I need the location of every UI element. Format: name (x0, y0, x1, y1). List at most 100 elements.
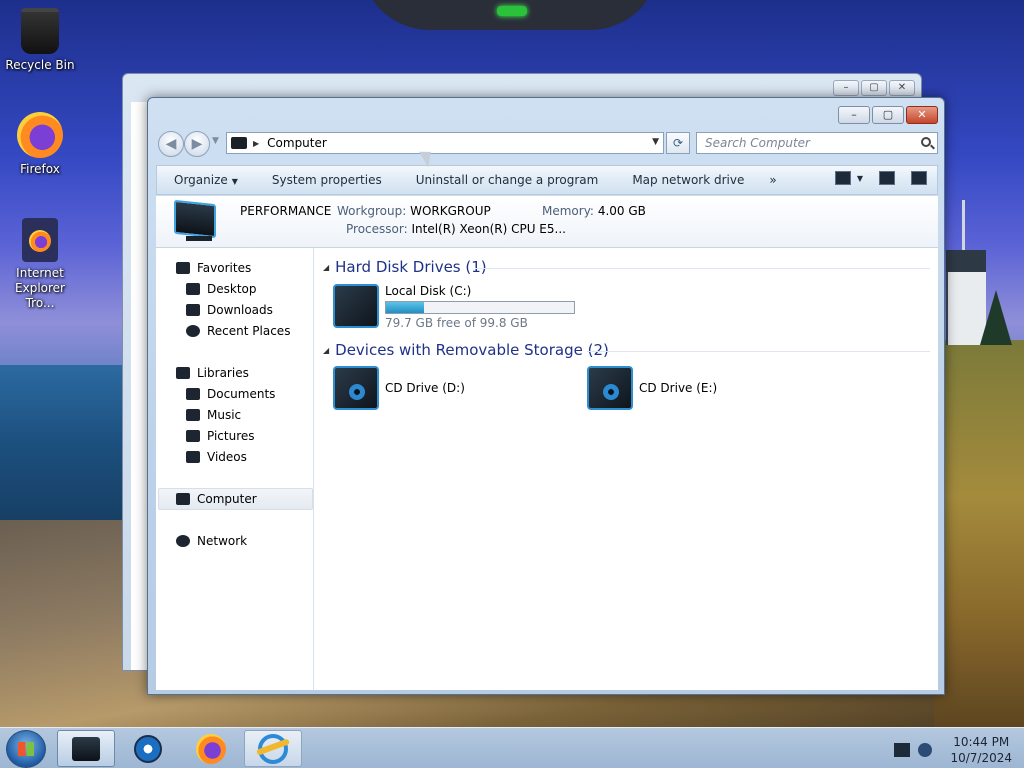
computer-monitor-icon (174, 199, 216, 239)
search-icon[interactable] (921, 137, 931, 147)
minimize-icon[interactable]: – (833, 80, 859, 96)
music-icon (186, 409, 200, 421)
drive-name: Local Disk (C:) (385, 284, 472, 298)
cd-drive-icon (333, 366, 379, 410)
hard-drive-icon (333, 284, 379, 328)
clock-date: 10/7/2024 (950, 751, 1012, 765)
uninstall-program-button[interactable]: Uninstall or change a program (399, 173, 616, 187)
start-button[interactable] (6, 730, 46, 768)
recent-pages-dropdown-icon[interactable]: ▼ (212, 136, 219, 146)
group-header-hard-disk[interactable]: ◢ Hard Disk Drives (1) (323, 258, 487, 276)
computer-icon (176, 493, 190, 505)
breadcrumb-arrow-icon[interactable]: ▶ (253, 139, 259, 148)
breadcrumb-computer[interactable]: Computer (267, 136, 327, 150)
group-divider (587, 351, 930, 352)
maximize-button[interactable]: ▢ (872, 106, 904, 124)
nav-item-documents[interactable]: Documents (186, 385, 275, 403)
drive-cd-d[interactable]: CD Drive (D:) (333, 366, 465, 410)
close-button[interactable]: ✕ (906, 106, 938, 124)
chevron-down-icon: ▼ (231, 177, 238, 186)
desktop-icon-label: Internet Explorer Tro... (15, 266, 65, 310)
computer-icon (231, 137, 247, 149)
drive-local-c[interactable]: Local Disk (C:) 79.7 GB free of 99.8 GB (333, 284, 575, 330)
maximize-icon[interactable]: ▢ (861, 80, 887, 96)
nav-item-favorites[interactable]: Favorites (176, 259, 251, 277)
internet-explorer-icon (258, 733, 288, 764)
organize-label: Organize (174, 173, 228, 187)
nav-item-downloads[interactable]: Downloads (186, 301, 273, 319)
nav-item-desktop[interactable]: Desktop (186, 280, 257, 298)
address-row: ◀ ▶ ▼ ▶ Computer ▼ ⟳ Search Computer (156, 130, 938, 158)
background-window-controls: – ▢ ✕ (833, 80, 915, 96)
documents-icon (186, 388, 200, 400)
back-button[interactable]: ◀ (158, 131, 184, 157)
taskbar-item-internet-explorer[interactable] (244, 730, 302, 767)
cd-drive-icon (587, 366, 633, 410)
collapse-triangle-icon[interactable]: ◢ (323, 346, 329, 355)
view-options-chevron-icon[interactable]: ▼ (857, 174, 863, 183)
wallpaper-house-roof (946, 250, 986, 272)
desktop-icon (186, 283, 200, 295)
desktop-icon-label: Firefox (20, 162, 60, 176)
address-dropdown-icon[interactable]: ▼ (652, 137, 659, 147)
refresh-button[interactable]: ⟳ (666, 132, 690, 154)
preview-pane-icon[interactable] (879, 171, 895, 185)
media-player-icon (134, 734, 162, 763)
wallpaper-field (934, 340, 1024, 730)
nav-item-music[interactable]: Music (186, 406, 241, 424)
address-bar[interactable]: ▶ Computer ▼ (226, 132, 664, 154)
downloads-icon (186, 304, 200, 316)
computer-name: PERFORMANCE (240, 204, 332, 218)
drive-cd-e[interactable]: CD Drive (E:) (587, 366, 717, 410)
desktop-icon-label: Recycle Bin (5, 58, 75, 72)
minimize-button[interactable]: – (838, 106, 870, 124)
memory-info: Memory: 4.00 GB (542, 204, 646, 218)
firefox-icon (17, 112, 63, 158)
clock[interactable]: 10:44 PM 10/7/2024 (950, 734, 1012, 766)
nav-item-network[interactable]: Network (176, 532, 247, 550)
system-properties-button[interactable]: System properties (255, 173, 399, 187)
more-commands-button[interactable]: » (761, 173, 784, 187)
wallpaper-tree (980, 290, 1012, 345)
explorer-window[interactable]: – ▢ ✕ ◀ ▶ ▼ ▶ Computer ▼ ⟳ Search Comput… (147, 97, 945, 695)
nav-item-libraries[interactable]: Libraries (176, 364, 249, 382)
organize-button[interactable]: Organize ▼ (157, 173, 255, 187)
forward-button[interactable]: ▶ (184, 131, 210, 157)
window-controls: – ▢ ✕ (838, 106, 938, 124)
change-view-icon[interactable] (834, 171, 851, 185)
system-tray: 10:44 PM 10/7/2024 (894, 734, 1012, 766)
gadget-indicator-icon (497, 6, 527, 16)
drives-pane: ◢ Hard Disk Drives (1) Local Disk (C:) 7… (315, 248, 938, 690)
nav-item-recent-places[interactable]: Recent Places (186, 322, 290, 340)
nav-item-pictures[interactable]: Pictures (186, 427, 255, 445)
search-input[interactable]: Search Computer (696, 132, 938, 154)
desktop-icon-firefox[interactable]: Firefox (0, 112, 80, 176)
action-center-icon[interactable] (894, 743, 911, 757)
processor-info: Processor: Intel(R) Xeon(R) CPU E5... (346, 222, 566, 236)
collapse-triangle-icon[interactable]: ◢ (323, 263, 329, 272)
help-icon[interactable] (911, 171, 927, 185)
group-header-removable[interactable]: ◢ Devices with Removable Storage (2) (323, 341, 609, 359)
navigation-pane: Favorites Desktop Downloads Recent Place… (156, 248, 314, 690)
desktop-icon-internet-explorer[interactable]: Internet Explorer Tro... (0, 218, 80, 311)
pictures-icon (186, 430, 200, 442)
monitor-stand-icon (186, 236, 212, 241)
close-icon[interactable]: ✕ (889, 80, 915, 96)
nav-item-videos[interactable]: Videos (186, 448, 247, 466)
nav-item-computer[interactable]: Computer (176, 490, 257, 508)
content-area: Favorites Desktop Downloads Recent Place… (156, 248, 938, 690)
libraries-icon (176, 367, 190, 379)
recent-places-icon (186, 325, 200, 337)
view-controls: ▼ (834, 171, 927, 185)
workgroup-info: Workgroup: WORKGROUP (337, 204, 491, 218)
videos-icon (186, 451, 200, 463)
taskbar-item-firefox[interactable] (182, 730, 240, 767)
desktop-icon-recycle-bin[interactable]: Recycle Bin (0, 8, 80, 72)
taskbar-item-explorer[interactable] (57, 730, 115, 767)
taskbar-item-media-player[interactable] (119, 730, 177, 767)
map-network-drive-button[interactable]: Map network drive (615, 173, 761, 187)
drive-name: CD Drive (D:) (385, 381, 465, 395)
group-divider (475, 268, 930, 269)
network-status-icon[interactable] (918, 743, 933, 757)
search-placeholder: Search Computer (705, 136, 810, 150)
